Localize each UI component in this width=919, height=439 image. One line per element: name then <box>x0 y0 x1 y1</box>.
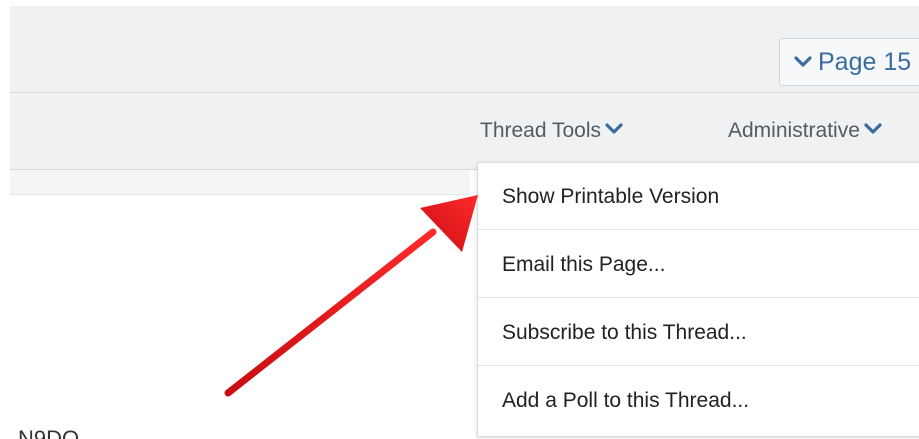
menu-item-label: Show Printable Version <box>502 185 720 208</box>
menu-item-show-printable-version[interactable]: Show Printable Version <box>478 163 919 230</box>
menu-item-label: Email this Page... <box>502 253 666 276</box>
chevron-down-icon <box>605 117 623 141</box>
administrative-button[interactable]: Administrative <box>728 119 882 143</box>
administrative-label: Administrative <box>728 119 860 142</box>
thread-toolbar: Thread Tools Administrative <box>10 93 919 170</box>
arrow-icon <box>224 195 478 397</box>
chevron-down-icon <box>864 117 882 141</box>
page-jump-button[interactable]: Page 15 <box>779 38 919 86</box>
menu-item-subscribe-to-thread[interactable]: Subscribe to this Thread... <box>478 299 919 366</box>
thread-tools-button[interactable]: Thread Tools <box>480 119 623 143</box>
chevron-down-icon <box>794 37 812 83</box>
page-jump-label: Page 15 <box>818 48 912 76</box>
thread-tools-label: Thread Tools <box>480 119 602 142</box>
pagination-bar: Page 15 <box>10 6 919 93</box>
menu-item-label: Add a Poll to this Thread... <box>502 389 750 412</box>
menu-item-label: Subscribe to this Thread... <box>502 321 747 344</box>
post-text-fragment: N9DO <box>18 426 80 439</box>
menu-item-add-poll[interactable]: Add a Poll to this Thread... <box>478 367 919 434</box>
screenshot-stage: Page 15 Thread Tools Administrative Show… <box>0 0 919 439</box>
menu-item-email-this-page[interactable]: Email this Page... <box>478 231 919 298</box>
toolbar-underline <box>10 170 470 195</box>
thread-tools-menu: Show Printable Version Email this Page..… <box>477 162 919 437</box>
